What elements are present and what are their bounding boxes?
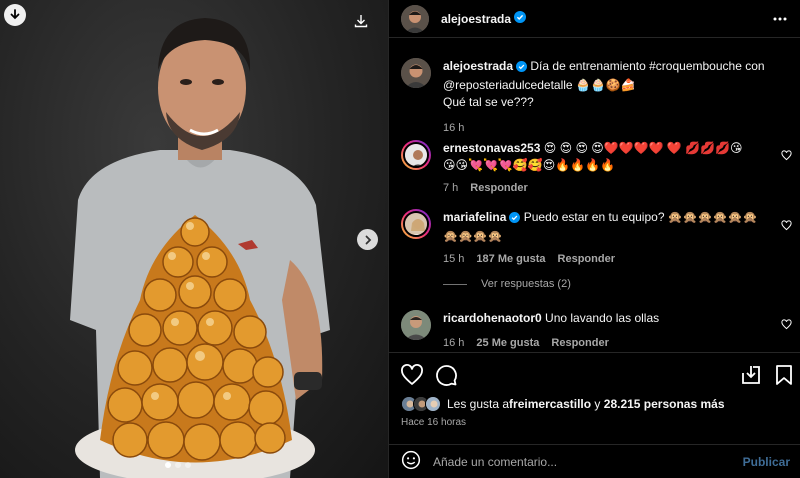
carousel-dot [175,462,181,468]
comment-username[interactable]: ernestonavas253 [443,141,540,155]
reply-button[interactable]: Responder [470,180,527,197]
comment-likes[interactable]: 25 Me gusta [476,335,539,352]
publish-button[interactable]: Publicar [743,455,790,469]
caption-username[interactable]: alejoestrada [443,59,513,73]
heart-icon[interactable] [781,150,792,164]
avatar[interactable] [401,310,431,340]
likes-count-link[interactable]: 28.215 personas más [604,397,725,411]
heart-icon[interactable] [781,319,792,333]
view-replies-button[interactable]: Ver respuestas (2) [443,278,571,290]
likes-user-link[interactable]: freimercastillo [509,397,591,411]
comment-icon[interactable] [434,363,458,387]
add-comment-bar: Añade un comentario... Publicar [389,444,800,478]
caption-line: @reposteriadulcedetalle 🧁🧁🍪🍰 [443,78,636,92]
avatar[interactable] [425,396,441,412]
carousel-indicator [165,462,191,468]
comment-text: Puedo estar en tu equipo? 🙊🙊🙊🙊🙊🙊 [523,210,758,224]
carousel-dot [185,462,191,468]
photo-illustration [70,18,330,478]
comment-time: 15 h [443,253,465,265]
post-timestamp: Hace 16 horas [401,417,467,428]
avatar[interactable] [401,140,431,170]
post-caption: alejoestrada Día de entrenamiento #croqu… [401,58,791,137]
download-icon[interactable] [4,4,26,26]
save-icon[interactable] [772,363,796,387]
comment-time: 16 h [443,337,465,349]
comment-text: Uno lavando las ollas [545,311,660,325]
comment-time: 7 h [443,182,459,194]
verified-icon [509,211,521,228]
avatar[interactable] [401,209,431,239]
likes-prefix: Les gusta a [447,397,510,411]
reply-button[interactable]: Responder [558,251,615,268]
divider [443,283,467,285]
share-icon[interactable] [739,363,763,387]
post-image[interactable] [0,0,388,478]
likes-mid: y [591,397,604,411]
comment-likes[interactable]: 187 Me gusta [476,251,545,268]
reply-button[interactable]: Responder [551,335,608,352]
liker-avatars [401,396,441,412]
avatar[interactable] [401,58,431,88]
verified-icon [516,60,528,77]
heart-icon[interactable] [781,220,792,234]
more-options-icon[interactable] [772,12,788,29]
next-arrow-icon[interactable] [357,229,378,250]
caption-text: alejoestrada Día de entrenamiento #croqu… [443,58,773,111]
comment-text: 😍 😍 😍 😍❤️❤️❤️❤️ ❤️ 💋💋💋😘 [543,141,743,155]
caption-line: Día de entrenamiento #croquembouche con [530,59,765,73]
post-actions [389,352,800,396]
comment-username[interactable]: ricardohenaotor0 [443,311,542,325]
comment-item: ernestonavas253 😍 😍 😍 😍❤️❤️❤️❤️ ❤️ 💋💋💋😘 … [401,140,791,197]
likes-summary: Les gusta a freimercastillo y 28.215 per… [401,396,725,412]
post-panel: alejoestrada alejoestrada Día de entrena… [388,0,800,478]
carousel-dot [165,462,171,468]
comment-text: 😘😘💘💘💘🥰🥰😍🔥🔥🔥🔥 [443,158,616,172]
verified-icon [514,11,527,26]
comment-item: ricardohenaotor0 Uno lavando las ollas 1… [401,310,791,352]
caption-time: 16 h [443,122,465,134]
comment-input[interactable]: Añade un comentario... [433,455,733,469]
avatar[interactable] [401,4,429,33]
view-replies-label: Ver respuestas (2) [481,278,571,290]
caption-line: Qué tal se ve??? [443,95,534,109]
post-author-username[interactable]: alejoestrada [441,12,511,26]
post-header: alejoestrada [389,0,800,38]
like-heart-icon[interactable] [400,363,424,387]
emoji-icon[interactable] [401,450,421,473]
comment-item: mariafelina Puedo estar en tu equipo? 🙊🙊… [401,209,791,268]
download-icon[interactable] [352,12,370,30]
comment-text: 🙊🙊🙊🙊 [443,229,503,243]
comment-username[interactable]: mariafelina [443,210,506,224]
